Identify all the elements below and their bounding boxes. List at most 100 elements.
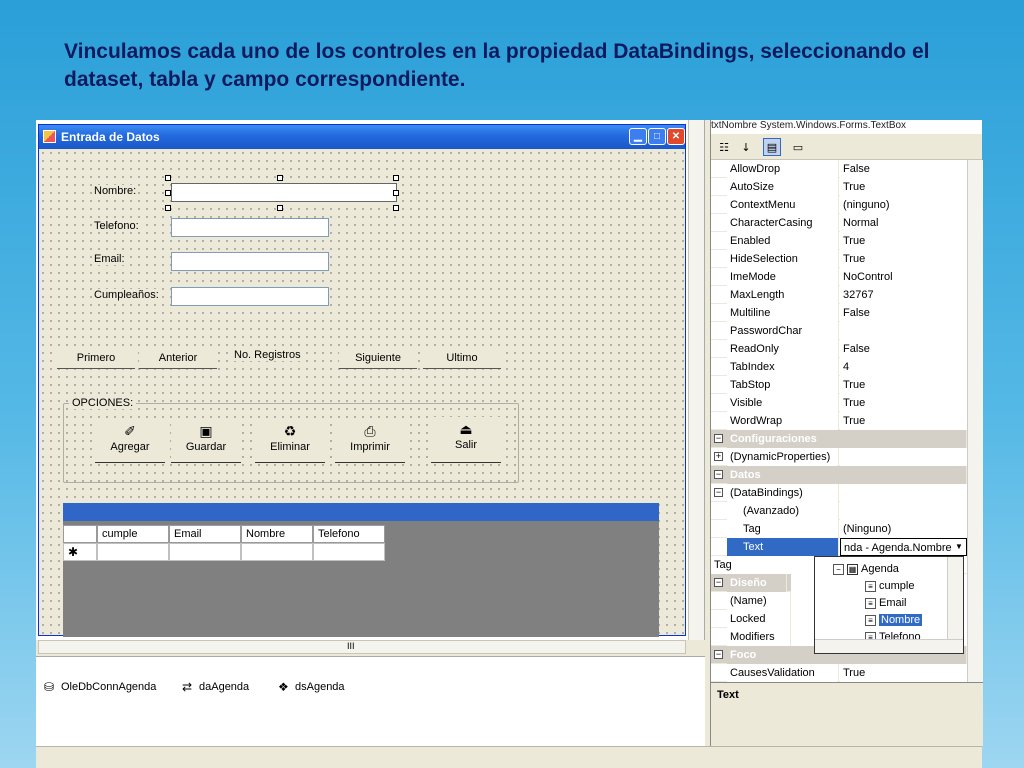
prop-causesvalidation[interactable]: CausesValidation True (711, 664, 967, 682)
prop-row[interactable]: ContextMenu (ninguno) (711, 196, 967, 214)
grid-cell[interactable] (313, 543, 385, 561)
prop-value[interactable]: Normal (840, 214, 967, 232)
grid-col-telefono[interactable]: Telefono (313, 525, 385, 543)
category-diseno[interactable]: − Diseño (711, 574, 791, 592)
prop-value[interactable]: False (840, 340, 967, 358)
primero-button[interactable]: Primero (57, 347, 135, 369)
prop-value[interactable] (840, 322, 967, 340)
selection-handle[interactable] (165, 205, 171, 211)
alphabetical-icon[interactable]: ↓ (737, 138, 755, 156)
salir-button[interactable]: ⏏ Salir (431, 417, 501, 463)
selection-handle[interactable] (277, 205, 283, 211)
properties-scrollbar[interactable] (967, 160, 983, 682)
agregar-button[interactable]: ✐ Agregar (95, 419, 165, 463)
prop-value[interactable]: 4 (840, 358, 967, 376)
prop-value[interactable]: False (840, 304, 967, 322)
designer-horizontal-scrollbar[interactable]: III (38, 640, 686, 654)
selection-handle[interactable] (165, 190, 171, 196)
datagrid[interactable]: cumple Email Nombre Telefono ✱ (63, 503, 659, 637)
prop-value[interactable]: True (840, 178, 967, 196)
events-icon[interactable]: ▭ (789, 138, 807, 156)
tree-field-cumple[interactable]: ≡ cumple (865, 578, 914, 594)
prop-dynamicproperties[interactable]: + (DynamicProperties) (711, 448, 967, 466)
tray-oledbconn[interactable]: ⛁ OleDbConnAgenda (44, 680, 156, 694)
prop-avanzado[interactable]: (Avanzado) (711, 502, 967, 520)
collapse-icon[interactable]: − (714, 488, 723, 497)
prop-binding-tag[interactable]: Tag (Ninguno) (711, 520, 967, 538)
categorized-icon[interactable]: ☷ (715, 138, 733, 156)
prop-value[interactable]: (Ninguno) (840, 520, 967, 538)
category-configuraciones[interactable]: − Configuraciones (711, 430, 967, 448)
binding-dropdown[interactable]: − ▦ Agenda ≡ cumple ≡ Email ≡ Nombre ≡ Telefon… (814, 556, 964, 654)
properties-icon[interactable]: ▤ (763, 138, 781, 156)
prop-value[interactable]: NoControl (840, 268, 967, 286)
form-titlebar[interactable]: Entrada de Datos ▁ □ ✕ (39, 125, 685, 149)
prop-value[interactable]: True (840, 232, 967, 250)
eliminar-button[interactable]: ♻ Eliminar (255, 419, 325, 463)
prop-value[interactable]: True (840, 412, 967, 430)
grid-cell[interactable] (241, 543, 313, 561)
tray-dsagenda[interactable]: ❖ dsAgenda (278, 680, 345, 694)
designer-vertical-scrollbar[interactable] (688, 120, 704, 640)
grid-col-nombre[interactable]: Nombre (241, 525, 313, 543)
siguiente-button[interactable]: Siguiente (339, 347, 417, 369)
selection-handle[interactable] (165, 175, 171, 181)
txtNombre-input[interactable] (171, 183, 397, 202)
prop-name[interactable]: (Name) (711, 592, 791, 610)
prop-row[interactable]: CharacterCasing Normal (711, 214, 967, 232)
prop-row[interactable]: HideSelection True (711, 250, 967, 268)
prop-value[interactable]: True (840, 664, 967, 682)
category-datos[interactable]: − Datos (711, 466, 967, 484)
prop-row[interactable]: AutoSize True (711, 178, 967, 196)
prop-binding-text[interactable]: Text nda - Agenda.Nombre ▼ (711, 538, 967, 556)
close-icon[interactable]: ✕ (667, 128, 685, 145)
maximize-icon[interactable]: □ (648, 128, 666, 145)
properties-object-selector[interactable]: txtNombre System.Windows.Forms.TextBox (711, 120, 982, 134)
collapse-icon[interactable]: − (833, 563, 844, 575)
selection-handle[interactable] (393, 205, 399, 211)
ultimo-button[interactable]: Ultimo (423, 347, 501, 369)
tree-field-nombre[interactable]: ≡ Nombre (865, 612, 923, 628)
prop-value[interactable]: (ninguno) (840, 196, 967, 214)
prop-value[interactable]: 32767 (840, 286, 967, 304)
prop-value[interactable] (840, 502, 967, 520)
guardar-button[interactable]: ▣ Guardar (171, 419, 241, 463)
dropdown-hscroll[interactable] (815, 639, 963, 653)
prop-row[interactable]: Enabled True (711, 232, 967, 250)
dropdown-vscroll[interactable] (947, 557, 963, 639)
telefono-input[interactable] (171, 218, 329, 237)
chevron-down-icon[interactable]: ▼ (955, 538, 963, 556)
prop-value[interactable]: True (840, 250, 967, 268)
selection-handle[interactable] (393, 190, 399, 196)
cumple-input[interactable] (171, 287, 329, 306)
email-input[interactable] (171, 252, 329, 271)
prop-row[interactable]: ImeMode NoControl (711, 268, 967, 286)
prop-row[interactable]: Multiline False (711, 304, 967, 322)
imprimir-button[interactable]: ⎙ Imprimir (335, 419, 405, 463)
prop-row[interactable]: ReadOnly False (711, 340, 967, 358)
collapse-icon[interactable]: − (714, 470, 723, 479)
form-window[interactable]: Entrada de Datos ▁ □ ✕ Nombre: Telefono:… (38, 124, 686, 637)
prop-row[interactable]: AllowDrop False (711, 160, 967, 178)
prop-row[interactable]: TabStop True (711, 376, 967, 394)
grid-cell[interactable] (97, 543, 169, 561)
collapse-icon[interactable]: − (714, 578, 723, 587)
prop-value[interactable] (840, 484, 967, 502)
collapse-icon[interactable]: − (714, 434, 723, 443)
prop-row[interactable]: PasswordChar (711, 322, 967, 340)
collapse-icon[interactable]: − (714, 650, 723, 659)
grid-col-cumple[interactable]: cumple (97, 525, 169, 543)
prop-modifiers[interactable]: Modifiers (711, 628, 791, 646)
grid-col-email[interactable]: Email (169, 525, 241, 543)
prop-value[interactable]: True (840, 394, 967, 412)
selection-handle[interactable] (393, 175, 399, 181)
prop-row[interactable]: TabIndex 4 (711, 358, 967, 376)
anterior-button[interactable]: Anterior (139, 347, 217, 369)
tray-daagenda[interactable]: ⇄ daAgenda (182, 680, 249, 694)
prop-row[interactable]: MaxLength 32767 (711, 286, 967, 304)
prop-value[interactable]: False (840, 160, 967, 178)
selection-handle[interactable] (277, 175, 283, 181)
grid-cell[interactable] (169, 543, 241, 561)
tree-field-email[interactable]: ≡ Email (865, 595, 907, 611)
prop-locked[interactable]: Locked (711, 610, 791, 628)
